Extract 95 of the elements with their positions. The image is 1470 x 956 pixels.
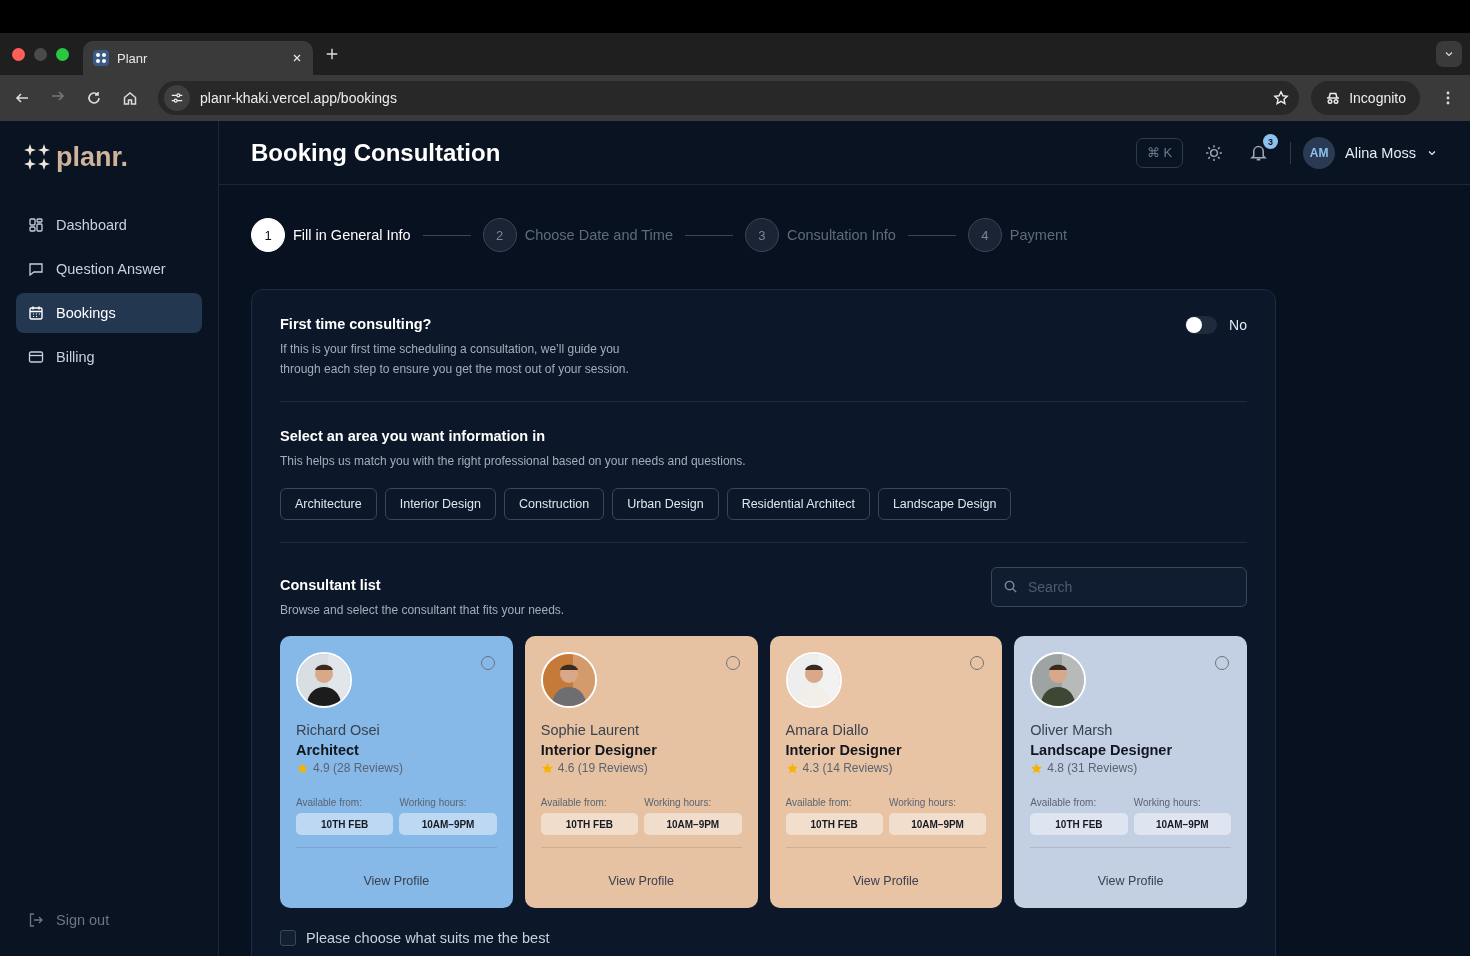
sidebar-item[interactable]: Dashboard: [16, 205, 202, 245]
sidebar-item[interactable]: Bookings: [16, 293, 202, 333]
new-tab-icon[interactable]: [325, 47, 339, 61]
sign-out-icon: [28, 912, 44, 928]
rating-text: 4.9 (28 Reviews): [313, 761, 404, 775]
toggle-switch[interactable]: [1185, 316, 1218, 334]
consultant-name: Amara Diallo: [785, 722, 870, 738]
sliders-icon: [170, 91, 184, 105]
incognito-button[interactable]: Incognito: [1311, 81, 1420, 115]
sign-out-link[interactable]: Sign out: [16, 912, 202, 928]
chat-bubble-icon: [28, 261, 44, 277]
hours-pill: 10AM–9PM: [1133, 813, 1231, 835]
bell-icon[interactable]: [1249, 143, 1269, 162]
date-pill: 10TH FEB: [785, 813, 883, 835]
field-label: Working hours:: [888, 797, 957, 808]
field-label: Available from:: [540, 797, 608, 808]
user-menu[interactable]: AM Alina Moss: [1303, 136, 1438, 169]
section-description: This helps us match you with the right professional based on your needs and questions.: [280, 453, 747, 470]
view-profile-link[interactable]: View Profile: [363, 874, 430, 888]
site-settings-button[interactable]: [164, 85, 190, 111]
consultant-name: Richard Osei: [296, 722, 381, 738]
page-title: Booking Consultation: [251, 138, 502, 167]
close-window-button[interactable]: [12, 47, 25, 61]
dashboard-icon: [28, 217, 44, 233]
address-bar[interactable]: planr-khaki.vercel.app/bookings: [158, 81, 1300, 115]
reload-icon[interactable]: [86, 90, 102, 106]
browser-tab[interactable]: Planr: [83, 41, 313, 75]
section-description: Browse and select the consultant that fits your needs.: [280, 601, 566, 619]
consultant-role: Architect: [296, 742, 360, 758]
consultant-card[interactable]: Richard Osei Architect 4.9 (28 Reviews) Available from: Working hours: 10TH FEB 10AM–9PM View Profile: [280, 636, 513, 908]
view-profile-link[interactable]: View Profile: [853, 874, 919, 888]
field-label: Working hours:: [644, 797, 713, 808]
home-icon[interactable]: [122, 90, 138, 106]
incognito-icon: [1325, 90, 1342, 106]
rating-text: 4.3 (14 Reviews): [802, 761, 893, 775]
field-label: Working hours:: [1133, 797, 1202, 808]
area-chip[interactable]: Interior Design: [384, 487, 496, 520]
star-icon: [296, 761, 309, 775]
date-pill: 10TH FEB: [1030, 813, 1128, 835]
consultant-role: Interior Designer: [540, 742, 658, 758]
consultant-card[interactable]: Sophie Laurent Interior Designer 4.6 (19 Reviews) Available from: Working hours: 10TH FEB 10AM–9PM View Profile: [524, 636, 758, 908]
date-pill: 10TH FEB: [540, 813, 639, 835]
section-description: If this is your first time scheduling a consultation, we’ll guide you through each step to ensure you get the most out of your session.: [280, 341, 630, 378]
step[interactable]: 4 Payment: [967, 218, 1068, 252]
sidebar-item[interactable]: Question Answer: [16, 249, 202, 289]
step[interactable]: 3 Consultation Info: [745, 218, 896, 252]
command-search-button[interactable]: ⌘ K: [1135, 137, 1184, 168]
date-pill: 10TH FEB: [296, 813, 394, 835]
toggle-label: No: [1229, 317, 1247, 333]
hours-pill: 10AM–9PM: [399, 813, 497, 835]
hours-pill: 10AM–9PM: [644, 813, 742, 835]
calendar-icon: [28, 305, 44, 321]
close-icon[interactable]: [291, 52, 303, 64]
notification-badge: 3: [1263, 134, 1279, 149]
search-icon: [1003, 578, 1018, 594]
sidebar-item[interactable]: Billing: [16, 337, 202, 377]
area-chip[interactable]: Architecture: [280, 487, 377, 520]
field-label: Working hours:: [399, 797, 468, 808]
view-profile-link[interactable]: View Profile: [1097, 874, 1164, 888]
section-title: Consultant list: [280, 576, 382, 593]
tab-favicon: [93, 50, 109, 66]
bookmark-star-icon[interactable]: [1273, 90, 1290, 106]
consultant-card[interactable]: Amara Diallo Interior Designer 4.3 (14 Reviews) Available from: Working hours: 10TH FEB 10AM–9PM View Profile: [769, 636, 1003, 908]
hours-pill: 10AM–9PM: [888, 813, 987, 835]
rating-text: 4.8 (31 Reviews): [1047, 761, 1138, 775]
sun-icon[interactable]: [1205, 143, 1224, 162]
section-title: First time consulting?: [280, 316, 433, 332]
step[interactable]: 2 Choose Date and Time: [482, 218, 673, 252]
checkbox[interactable]: [280, 930, 296, 946]
star-icon: [1030, 761, 1044, 775]
star-icon: [540, 761, 554, 775]
consultant-card[interactable]: Oliver Marsh Landscape Designer 4.8 (31 Reviews) Available from: Working hours: 10TH FEB 10AM–9PM View Profile: [1014, 636, 1247, 908]
consultant-name: Oliver Marsh: [1030, 722, 1114, 738]
star-icon: [785, 761, 799, 775]
consultant-name: Sophie Laurent: [540, 722, 641, 738]
maximize-window-button[interactable]: [56, 47, 69, 61]
area-chip[interactable]: Urban Design: [612, 487, 719, 520]
step[interactable]: 1 Fill in General Info: [251, 218, 411, 252]
user-avatar: AM: [1303, 136, 1336, 169]
consultant-role: Interior Designer: [785, 742, 903, 758]
area-chip[interactable]: Residential Architect: [726, 487, 870, 520]
field-label: Available from:: [785, 797, 853, 808]
field-label: Available from:: [296, 797, 363, 808]
consultant-role: Landscape Designer: [1030, 742, 1174, 758]
credit-card-icon: [28, 349, 44, 365]
view-profile-link[interactable]: View Profile: [608, 874, 674, 888]
section-title: Select an area you want information in: [280, 428, 547, 444]
sparkle-logo-icon: [24, 144, 50, 170]
checkbox-label: Please choose what suits me the best: [306, 930, 550, 946]
area-chip[interactable]: Landscape Design: [877, 487, 1012, 520]
logo-text: planr.: [56, 141, 129, 173]
field-label: Available from:: [1030, 797, 1098, 808]
area-chip[interactable]: Construction: [504, 487, 605, 520]
search-field[interactable]: Search: [991, 566, 1247, 607]
rating-text: 4.6 (19 Reviews): [557, 761, 648, 775]
